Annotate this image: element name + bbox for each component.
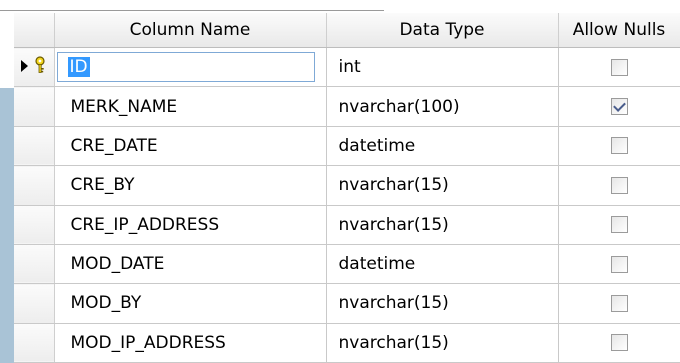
row-selector-header: [14, 13, 55, 48]
allow-nulls-checkbox[interactable]: [610, 98, 628, 116]
allow-nulls-checkbox[interactable]: [610, 255, 628, 273]
table-row[interactable]: CRE_BY nvarchar(15): [14, 165, 680, 206]
current-row-arrow-icon: [20, 57, 28, 77]
primary-key-icon: [33, 56, 47, 79]
table-row[interactable]: CRE_DATE datetime: [14, 126, 680, 167]
row-selector[interactable]: [14, 244, 55, 285]
data-type-cell[interactable]: datetime: [326, 126, 559, 167]
grid-header-row: Column Name Data Type Allow Nulls: [14, 13, 680, 48]
allow-nulls-cell[interactable]: [558, 126, 680, 167]
column-name-cell[interactable]: MERK_NAME: [54, 86, 327, 127]
data-type-cell[interactable]: nvarchar(15): [326, 323, 559, 363]
allow-nulls-cell[interactable]: [558, 205, 680, 245]
table-row[interactable]: MERK_NAME nvarchar(100): [14, 86, 680, 127]
column-name-cell[interactable]: CRE_IP_ADDRESS: [54, 205, 327, 245]
allow-nulls-checkbox[interactable]: [610, 137, 628, 155]
allow-nulls-checkbox[interactable]: [610, 294, 628, 312]
row-selector[interactable]: [14, 283, 55, 324]
column-name-cell[interactable]: MOD_BY: [54, 283, 327, 324]
allow-nulls-cell[interactable]: [558, 86, 680, 127]
allow-nulls-cell[interactable]: [558, 323, 680, 363]
allow-nulls-cell[interactable]: [558, 47, 680, 88]
row-selector[interactable]: [14, 165, 55, 206]
data-type-cell[interactable]: nvarchar(100): [326, 86, 559, 127]
selected-text: ID: [67, 57, 90, 78]
table-row[interactable]: MOD_IP_ADDRESS nvarchar(15): [14, 323, 680, 363]
column-name-cell[interactable]: CRE_DATE: [54, 126, 327, 167]
allow-nulls-header[interactable]: Allow Nulls: [558, 13, 680, 48]
data-type-cell[interactable]: datetime: [326, 244, 559, 285]
table-row[interactable]: ID int: [14, 47, 680, 88]
row-selector[interactable]: [14, 86, 55, 127]
column-name-cell[interactable]: CRE_BY: [54, 165, 327, 206]
data-type-header[interactable]: Data Type: [326, 13, 559, 48]
allow-nulls-checkbox[interactable]: [610, 58, 628, 76]
allow-nulls-checkbox[interactable]: [610, 216, 628, 234]
data-type-cell[interactable]: nvarchar(15): [326, 165, 559, 206]
table-row[interactable]: CRE_IP_ADDRESS nvarchar(15): [14, 205, 680, 245]
allow-nulls-checkbox[interactable]: [610, 176, 628, 194]
row-selector[interactable]: [14, 323, 55, 363]
table-row[interactable]: MOD_DATE datetime: [14, 244, 680, 285]
column-name-header[interactable]: Column Name: [54, 13, 327, 48]
column-name-cell[interactable]: ID: [54, 47, 327, 88]
column-name-edit-field[interactable]: ID: [56, 52, 315, 83]
data-type-cell[interactable]: nvarchar(15): [326, 205, 559, 245]
data-type-cell[interactable]: int: [326, 47, 559, 88]
table-designer-grid: Column Name Data Type Allow Nulls ID int…: [14, 13, 680, 363]
data-type-cell[interactable]: nvarchar(15): [326, 283, 559, 324]
column-name-cell[interactable]: MOD_DATE: [54, 244, 327, 285]
table-row[interactable]: MOD_BY nvarchar(15): [14, 283, 680, 324]
background-panel: [0, 88, 14, 363]
row-selector[interactable]: [14, 47, 55, 88]
allow-nulls-cell[interactable]: [558, 283, 680, 324]
header-top-divider: [0, 10, 384, 11]
row-selector[interactable]: [14, 126, 55, 167]
allow-nulls-cell[interactable]: [558, 244, 680, 285]
column-name-cell[interactable]: MOD_IP_ADDRESS: [54, 323, 327, 363]
allow-nulls-cell[interactable]: [558, 165, 680, 206]
allow-nulls-checkbox[interactable]: [610, 334, 628, 352]
row-selector[interactable]: [14, 205, 55, 245]
